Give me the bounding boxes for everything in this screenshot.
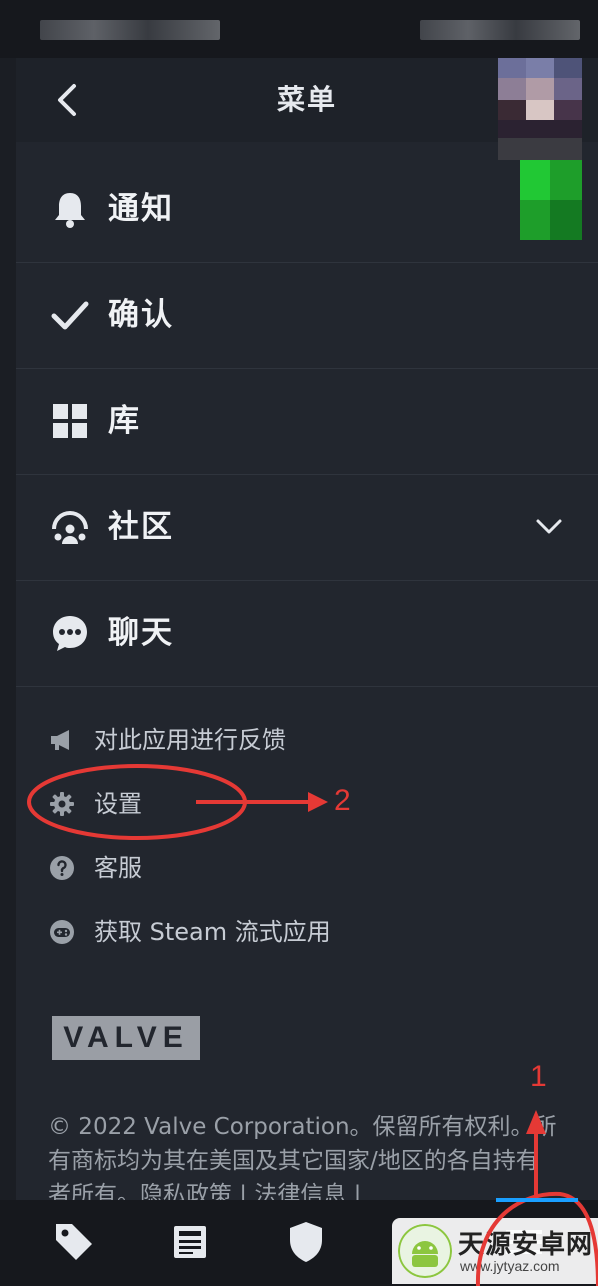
grid-icon <box>53 404 87 438</box>
annotation-label-2: 2 <box>334 784 351 817</box>
menu-item-confirmations[interactable]: 确认 <box>16 262 598 369</box>
steam-link-item[interactable]: 获取 Steam 流式应用 <box>16 904 598 960</box>
blurred-status-left <box>40 20 220 40</box>
megaphone-icon <box>51 730 69 750</box>
community-icon <box>52 511 88 544</box>
news-icon[interactable] <box>166 1218 214 1266</box>
gear-icon <box>50 792 74 816</box>
check-icon <box>51 301 89 330</box>
menu-item-label: 社区 <box>108 509 174 545</box>
help-icon <box>50 856 74 880</box>
support-label: 客服 <box>94 854 142 882</box>
annotation-label-1: 1 <box>530 1060 547 1093</box>
settings-label: 设置 <box>94 790 142 818</box>
site-watermark: 天源安卓网 www.jytyaz.com <box>392 1218 598 1284</box>
feedback-label: 对此应用进行反馈 <box>94 726 286 754</box>
blurred-thumbnail <box>498 58 582 240</box>
copyright-text: © 2022 Valve Corporation。保留所有权利。所有商标均为其在… <box>48 1114 557 1200</box>
tag-icon[interactable] <box>50 1218 98 1266</box>
menu-item-label: 库 <box>108 403 141 439</box>
support-item[interactable]: 客服 <box>16 840 598 896</box>
menu-item-label: 通知 <box>108 191 174 227</box>
chat-icon <box>53 616 87 651</box>
settings-item[interactable]: 设置 <box>16 776 598 832</box>
valve-logo: VALVE <box>52 1016 200 1060</box>
gamepad-icon <box>50 920 74 944</box>
android-logo-icon <box>398 1224 452 1278</box>
watermark-name: 天源安卓网 <box>458 1230 594 1260</box>
chevron-left-icon[interactable] <box>48 80 88 120</box>
feedback-item[interactable]: 对此应用进行反馈 <box>16 712 598 768</box>
bell-icon <box>55 193 85 228</box>
watermark-url: www.jytyaz.com <box>460 1258 560 1274</box>
menu-item-label: 聊天 <box>108 615 174 651</box>
steam-link-label: 获取 Steam 流式应用 <box>94 918 331 946</box>
status-bar <box>0 0 598 58</box>
shield-icon[interactable] <box>282 1218 330 1266</box>
menu-item-label: 确认 <box>108 297 174 333</box>
menu-item-chat[interactable]: 聊天 <box>16 580 598 687</box>
menu-item-community[interactable]: 社区 <box>16 474 598 581</box>
blurred-status-right <box>420 20 580 40</box>
chevron-down-icon[interactable] <box>534 512 564 542</box>
menu-item-library[interactable]: 库 <box>16 368 598 475</box>
